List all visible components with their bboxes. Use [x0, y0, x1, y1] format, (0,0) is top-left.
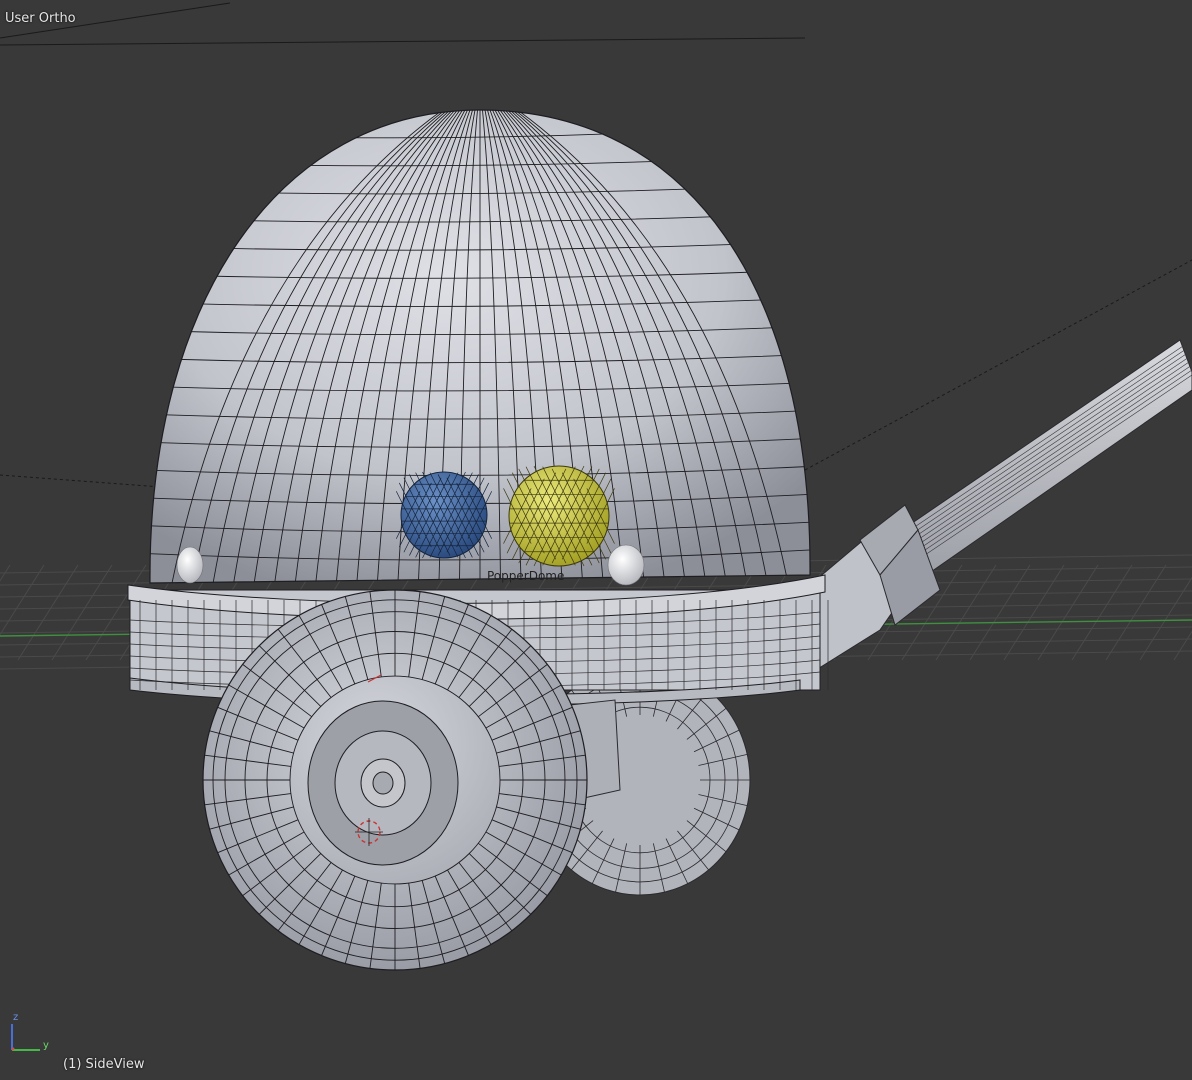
front-wheel-mesh — [202, 589, 588, 971]
view-label: User Ortho — [5, 11, 76, 26]
left-pearl-mesh — [176, 546, 204, 584]
axis-gizmo-icon: z y — [11, 1012, 49, 1051]
gizmo-y-label: y — [43, 1040, 49, 1051]
active-object-label: PopperDome — [487, 569, 565, 583]
camera-frustum-line — [0, 37, 806, 46]
gizmo-z-label: z — [13, 1012, 18, 1023]
handle-mesh — [799, 339, 1192, 681]
right-pearl-mesh — [607, 544, 645, 586]
camera-frustum-line — [804, 259, 1192, 471]
viewport-scene[interactable] — [0, 0, 1192, 1080]
3d-viewport[interactable]: User Ortho PopperDome (1) SideView z y — [0, 0, 1192, 1080]
object-info-label: (1) SideView — [63, 1057, 145, 1072]
